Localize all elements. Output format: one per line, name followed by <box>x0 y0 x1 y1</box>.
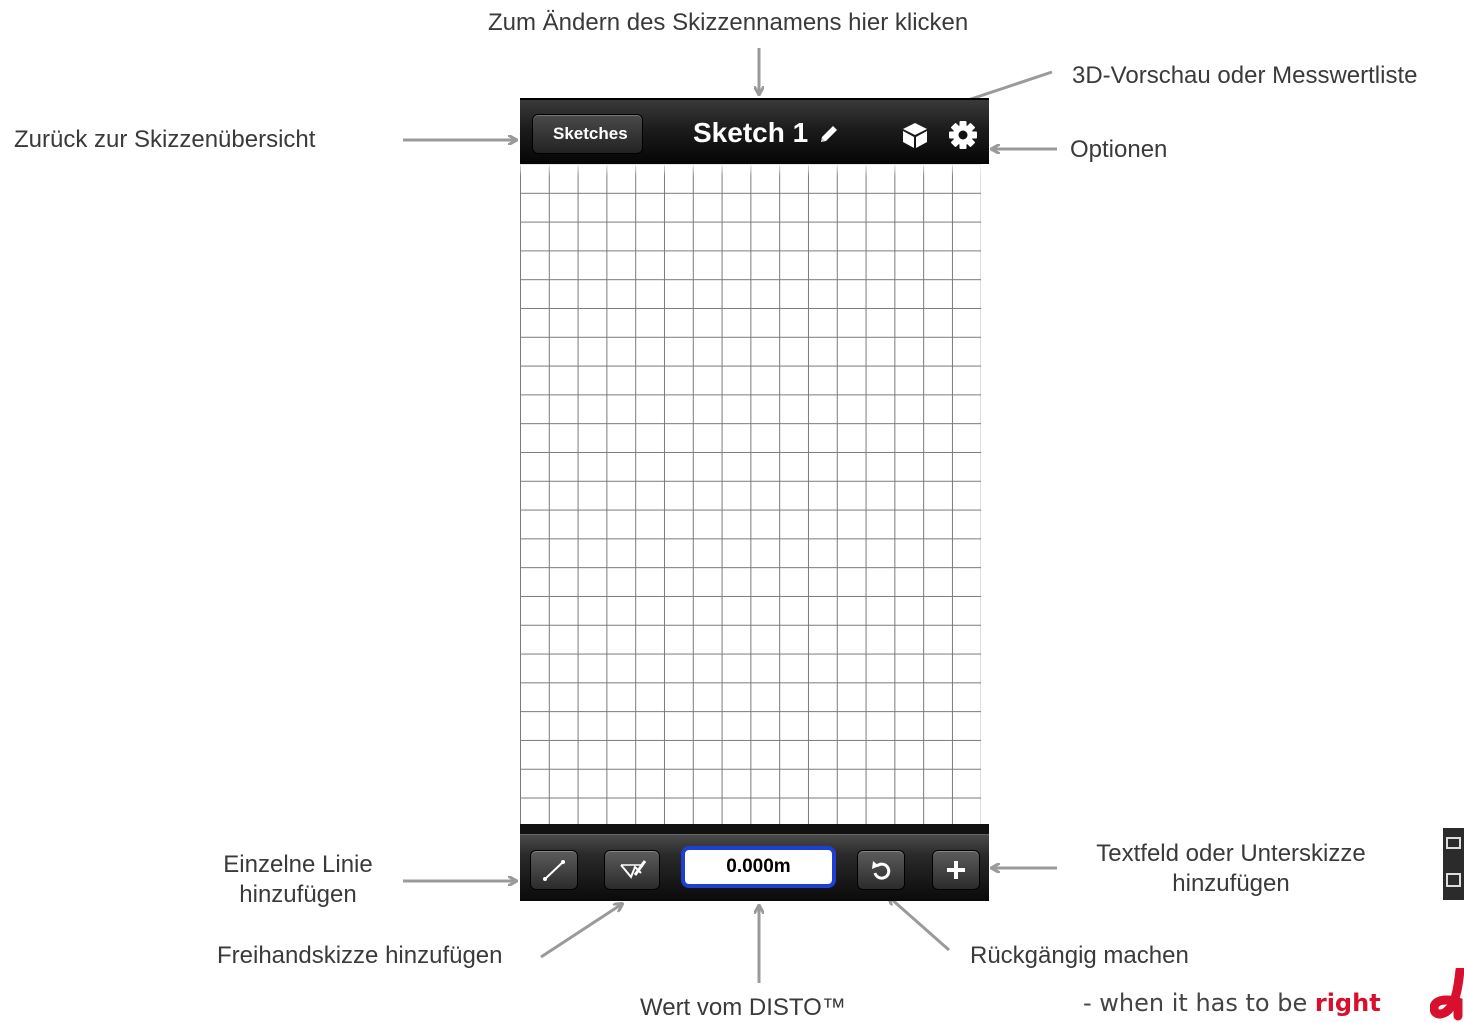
undo-button[interactable] <box>857 850 905 890</box>
single-line-hint: Einzelne Linie hinzufügen <box>200 850 396 910</box>
undo-icon <box>872 861 891 880</box>
undo-hint: Rückgängig machen <box>970 942 1189 969</box>
options-hint: Optionen <box>1070 136 1168 163</box>
sketch-canvas[interactable] <box>520 164 981 824</box>
navigation-bar: Sketches Sketch 1 <box>520 98 989 164</box>
disto-hint: Wert vom DISTO™ <box>640 994 846 1021</box>
cropped-window-fragment <box>1443 828 1464 900</box>
app-screen: Sketches Sketch 1 0.000m <box>520 98 989 901</box>
textfield-hint-line2: hinzufügen <box>1172 870 1290 897</box>
gear-icon[interactable] <box>948 120 978 155</box>
back-to-sketches-button[interactable]: Sketches <box>532 114 643 154</box>
add-freehand-button[interactable] <box>604 850 660 890</box>
textfield-hint: Textfeld oder Unterskizze hinzufügen <box>1068 839 1394 899</box>
canvas-edge <box>981 164 989 824</box>
add-textfield-button[interactable] <box>932 850 980 890</box>
brand-logo <box>1430 968 1464 1021</box>
back-hint: Zurück zur Skizzenübersicht <box>14 126 316 153</box>
tagline-emphasis: right <box>1314 989 1381 1017</box>
canvas-shadow <box>520 164 989 176</box>
textfield-hint-line1: Textfeld oder Unterskizze <box>1096 840 1366 867</box>
line-icon <box>543 860 565 881</box>
add-line-button[interactable] <box>530 850 578 890</box>
cube-icon[interactable] <box>901 121 929 154</box>
tagline: - when it has to be right <box>1083 983 1381 1023</box>
freehand-icon <box>620 860 647 879</box>
freehand-hint: Freihandskizze hinzufügen <box>217 942 503 969</box>
bottom-toolbar: 0.000m <box>520 834 989 901</box>
disto-value-field[interactable]: 0.000m <box>681 846 836 888</box>
preview-hint: 3D-Vorschau oder Messwertliste <box>1072 62 1418 89</box>
single-line-hint-line1: Einzelne Linie <box>223 851 373 878</box>
rename-hint: Zum Ändern des Skizzennamens hier klicke… <box>488 9 969 36</box>
single-line-hint-line2: hinzufügen <box>239 881 357 908</box>
undo-arrow <box>889 897 950 952</box>
plus-icon <box>947 861 965 879</box>
freehand-arrow <box>540 904 622 959</box>
sketch-title[interactable]: Sketch 1 <box>693 114 808 152</box>
tagline-prefix: - when it has to be <box>1083 989 1308 1017</box>
pencil-icon[interactable] <box>818 123 840 150</box>
